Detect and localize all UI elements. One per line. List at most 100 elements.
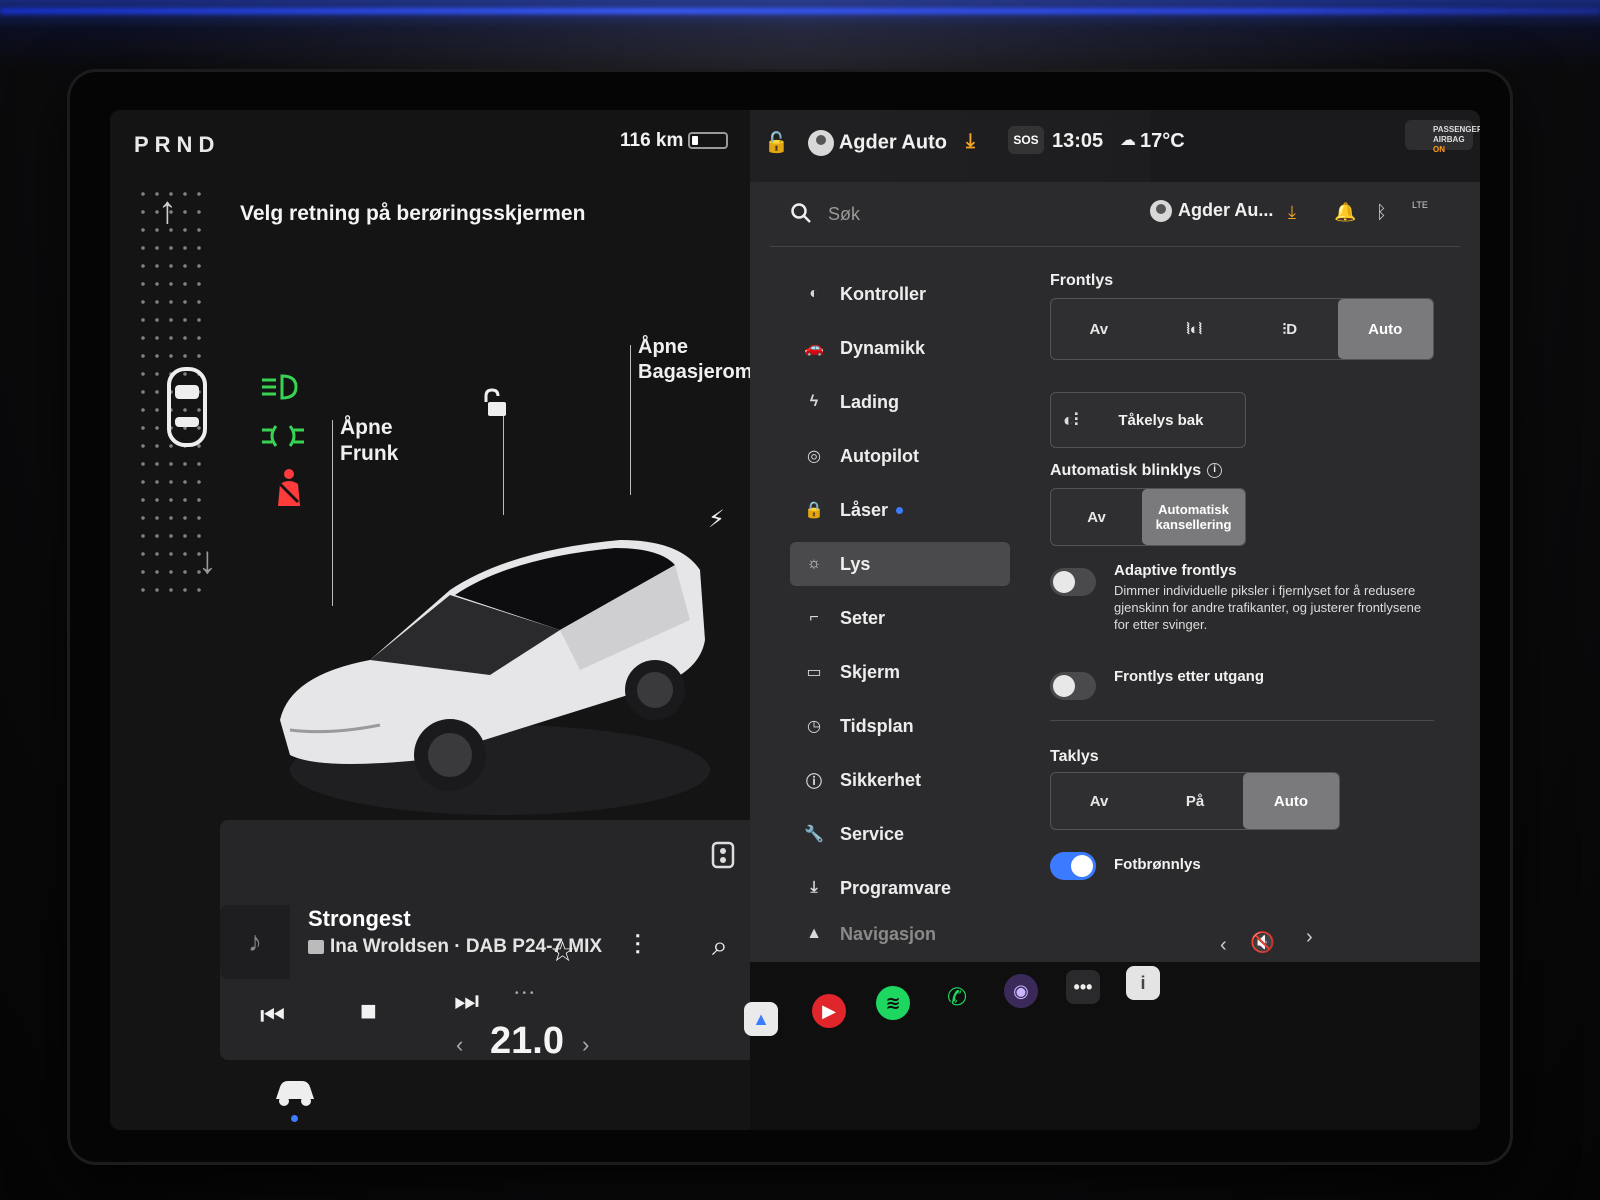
airbag-line2: AIRBAG: [1433, 135, 1465, 144]
avatar: [1150, 200, 1172, 223]
car-controls-icon[interactable]: [272, 1075, 316, 1114]
media-player-app-icon[interactable]: ▶: [812, 994, 846, 1028]
drive-arrow-up-icon[interactable]: ↑: [158, 190, 177, 233]
next-track-icon[interactable]: ⏭: [454, 985, 479, 1018]
dome-off-option[interactable]: Av: [1051, 773, 1147, 829]
music-note-icon: ♪: [220, 905, 290, 979]
rear-fog-button[interactable]: ◐⫶ Tåkelys bak: [1050, 392, 1246, 448]
airbag-state: ON: [1433, 145, 1445, 154]
parking-lights-option[interactable]: ⦚◐⦚: [1147, 299, 1243, 359]
menu-item-lys[interactable]: ☼ Lys: [790, 542, 1010, 586]
headlights-off-option[interactable]: Av: [1051, 299, 1147, 359]
toggle-icon: ◐: [809, 285, 819, 302]
volume-up-chevron-icon[interactable]: ›: [1306, 926, 1313, 949]
vehicle-render: [280, 540, 710, 815]
adaptive-headlights-toggle[interactable]: [1050, 568, 1096, 596]
sun-icon: ☼: [806, 555, 822, 572]
dome-lights-title: Taklys: [1050, 748, 1099, 765]
menu-item-sikkerhet[interactable]: ⓘ Sikkerhet: [790, 758, 1010, 802]
mute-speaker-icon[interactable]: 🔇: [1250, 930, 1275, 955]
media-search-icon[interactable]: ⌕: [712, 930, 728, 963]
adaptive-headlights-desc: Dimmer individuelle piksler i fjernlyset…: [1114, 583, 1422, 632]
bell-icon[interactable]: 🔔: [1334, 202, 1356, 223]
header-divider: [770, 246, 1460, 247]
info-icon[interactable]: i: [1207, 463, 1223, 479]
more-apps-icon[interactable]: •••: [1066, 970, 1100, 1004]
dome-lights-selector: Av På Auto: [1050, 772, 1340, 830]
dome-on-option[interactable]: På: [1147, 773, 1243, 829]
auto-blinker-selector: Av Automatisk kansellering: [1050, 488, 1246, 546]
reverse-arrow-down-icon[interactable]: ↓: [198, 540, 217, 583]
weather-cloud-icon: ☁: [1120, 132, 1136, 149]
toggle-knob: [1053, 571, 1075, 593]
menu-item-seter[interactable]: ⌐ Seter: [790, 596, 1010, 640]
passenger-airbag-status: PASSENGER AIRBAG ON: [1405, 120, 1480, 154]
low-beam-option[interactable]: ⫶D: [1242, 299, 1338, 359]
rear-fog-label: Tåkelys bak: [1118, 411, 1204, 429]
temp-decrease-icon[interactable]: ‹: [456, 1032, 463, 1058]
camera-app-icon[interactable]: ◉: [1004, 974, 1038, 1008]
auto-blinker-title: Automatisk blinklys i: [1050, 462, 1223, 480]
radio-source-icon[interactable]: [710, 840, 736, 875]
previous-track-icon[interactable]: ⏮: [260, 1000, 285, 1033]
favorite-star-icon[interactable]: ☆: [550, 935, 575, 968]
temp-increase-icon[interactable]: ›: [582, 1032, 589, 1058]
gear-selector[interactable]: PRND: [134, 132, 220, 158]
phone-icon[interactable]: ✆: [940, 980, 974, 1014]
volume-down-chevron-icon[interactable]: ‹: [1220, 934, 1227, 957]
profile-button[interactable]: Agder Auto: [808, 130, 947, 156]
alert-icon: ⓘ: [805, 774, 822, 791]
clock-icon: ◷: [807, 718, 821, 735]
menu-label: Programvare: [840, 877, 952, 898]
car-topview-icon[interactable]: [165, 365, 209, 454]
menu-item-kontroller[interactable]: ◐ Kontroller: [790, 272, 1010, 316]
open-frunk-button[interactable]: Åpne Frunk: [340, 415, 398, 467]
menu-item-dynamikk[interactable]: 🚗 Dynamikk: [790, 326, 1010, 370]
parking-lights-icon: ⦚◐⦚: [1186, 320, 1202, 338]
menu-item-programvare[interactable]: ⤓ Programvare: [790, 866, 1010, 910]
menu-item-laser[interactable]: 🔒 Låser: [790, 488, 1010, 532]
drive-instruction: Velg retning på berøringsskjermen: [240, 202, 586, 225]
menu-label: Navigasjon: [840, 923, 937, 944]
seat-icon: ⌐: [809, 609, 819, 626]
car-icon: 🚗: [804, 340, 824, 357]
menu-item-autopilot[interactable]: ◎ Autopilot: [790, 434, 1010, 478]
menu-item-service[interactable]: 🔧 Service: [790, 812, 1010, 856]
sos-button[interactable]: SOS: [1008, 126, 1044, 154]
equalizer-icon[interactable]: ⫶: [634, 930, 641, 963]
open-trunk-button[interactable]: Åpne Bagasjerom: [638, 335, 753, 385]
battery-icon: [688, 132, 728, 149]
menu-item-skjerm[interactable]: ▭ Skjerm: [790, 650, 1010, 694]
page-dots: •••: [515, 988, 538, 999]
cabin-temperature[interactable]: 21.0: [490, 1020, 564, 1063]
search-input[interactable]: Søk: [828, 204, 860, 225]
menu-item-tidsplan[interactable]: ◷ Tidsplan: [790, 704, 1010, 748]
auto-blinker-off-option[interactable]: Av: [1051, 489, 1142, 545]
settings-profile[interactable]: Agder Au...: [1150, 200, 1273, 223]
download-icon[interactable]: ⤓: [1288, 202, 1296, 223]
menu-label: Tidsplan: [840, 715, 914, 736]
auto-cancel-option[interactable]: Automatisk kansellering: [1142, 489, 1245, 545]
manual-info-icon[interactable]: i: [1126, 966, 1160, 1000]
navigation-app-icon[interactable]: ▲: [744, 1002, 778, 1036]
unlock-icon[interactable]: [480, 388, 508, 423]
headlights-auto-option[interactable]: Auto: [1337, 299, 1433, 359]
profile-name: Agder Auto: [838, 131, 947, 154]
search-icon[interactable]: [790, 202, 812, 229]
bluetooth-icon[interactable]: ᛒ: [1376, 202, 1387, 223]
menu-item-navigasjon[interactable]: ▲ Navigasjon: [790, 912, 1010, 956]
status-bar: 🔓 Agder Auto ⤓ SOS 13:05 ☁ 17°C PASSENGE…: [750, 110, 1480, 182]
menu-label: Seter: [840, 607, 886, 628]
steering-wheel-icon: ◎: [807, 448, 821, 465]
menu-label: Lading: [840, 391, 899, 412]
spotify-icon[interactable]: ≋: [876, 986, 910, 1020]
follow-me-headlights-toggle[interactable]: [1050, 672, 1096, 700]
section-divider: [1050, 720, 1434, 721]
download-icon[interactable]: ⤓: [966, 130, 975, 153]
menu-item-lading[interactable]: ϟ Lading: [790, 380, 1010, 424]
dome-auto-option[interactable]: Auto: [1243, 773, 1339, 829]
unlock-status-icon[interactable]: 🔓: [764, 130, 789, 155]
stop-icon[interactable]: ■: [360, 995, 377, 1027]
bolt-icon: ϟ: [809, 393, 819, 410]
footwell-lights-toggle[interactable]: [1050, 852, 1096, 880]
